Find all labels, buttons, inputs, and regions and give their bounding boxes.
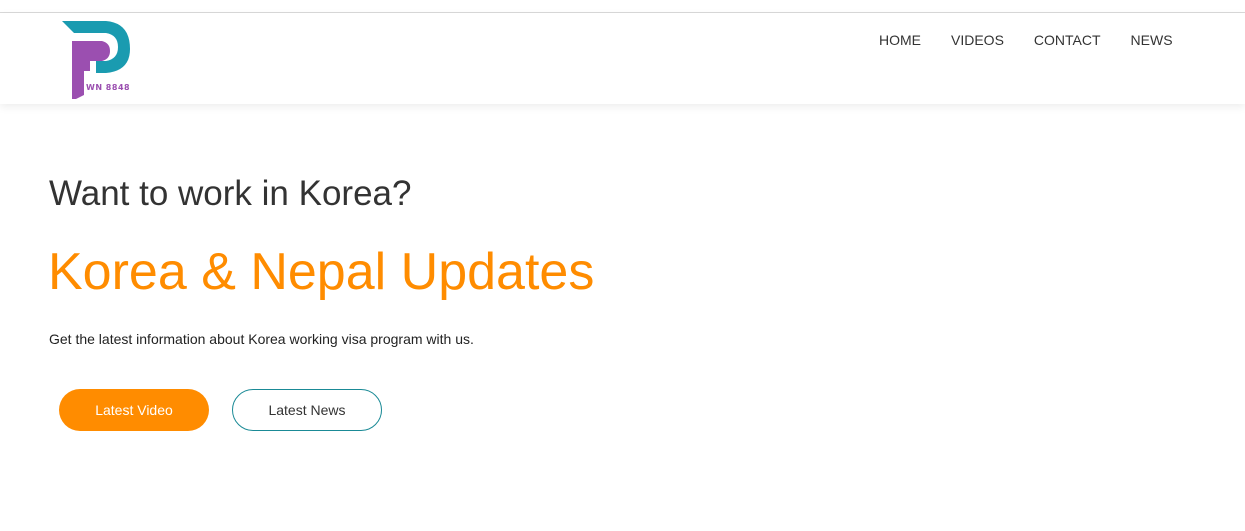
nav-item-home[interactable]: HOME bbox=[864, 32, 936, 48]
hero-title: Korea & Nepal Updates bbox=[48, 243, 595, 301]
main-nav: HOME VIDEOS CONTACT NEWS bbox=[864, 32, 1188, 48]
hero-description: Get the latest information about Korea w… bbox=[49, 331, 474, 347]
logo-text: WN 8848 bbox=[86, 83, 131, 92]
nav-item-news[interactable]: NEWS bbox=[1116, 32, 1188, 48]
nav-item-contact[interactable]: CONTACT bbox=[1019, 32, 1116, 48]
nav-item-videos[interactable]: VIDEOS bbox=[936, 32, 1019, 48]
hero-subtitle: Want to work in Korea? bbox=[49, 174, 412, 213]
site-header: WN 8848 HOME VIDEOS CONTACT NEWS bbox=[0, 13, 1245, 104]
latest-news-button[interactable]: Latest News bbox=[232, 389, 382, 431]
latest-video-button[interactable]: Latest Video bbox=[59, 389, 209, 431]
browser-top-strip bbox=[0, 0, 1245, 13]
